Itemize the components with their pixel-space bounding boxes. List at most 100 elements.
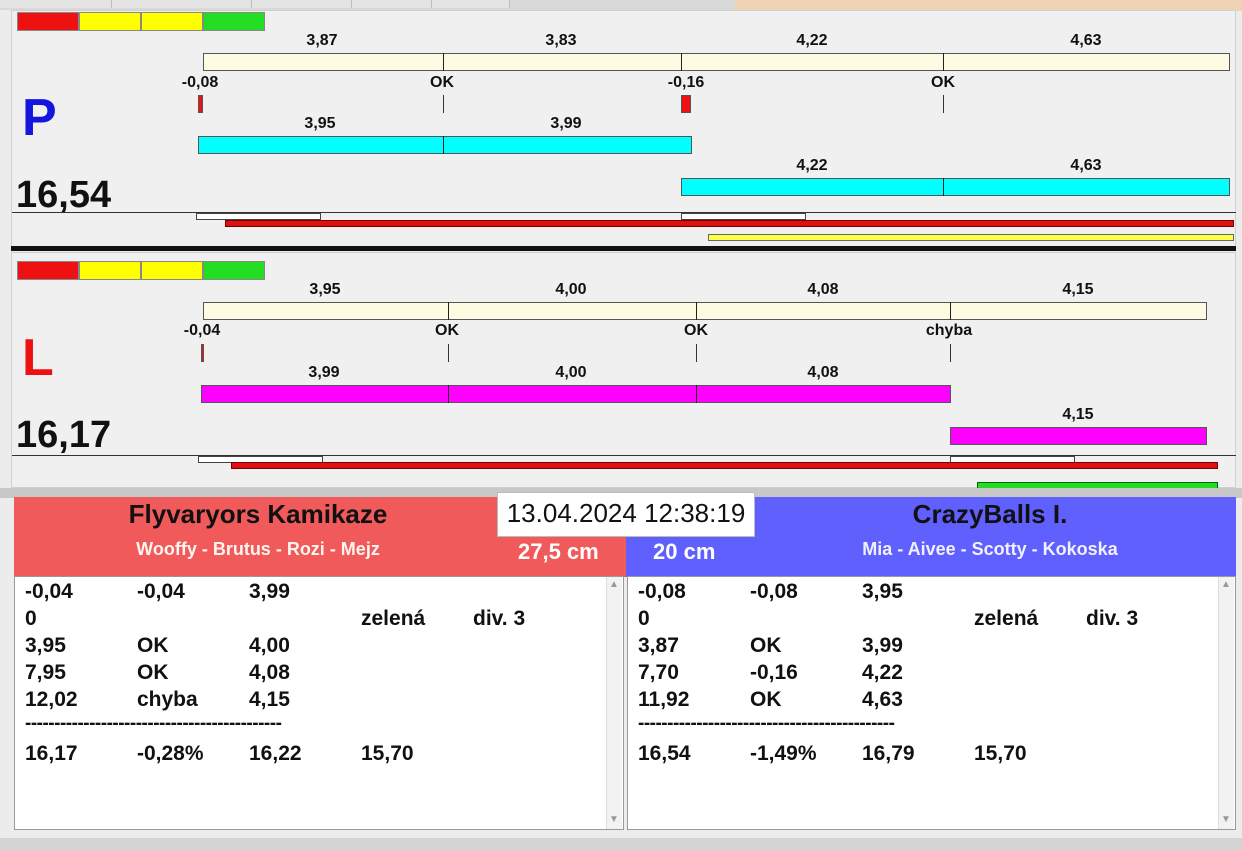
run-label: 4,15 — [1062, 406, 1094, 423]
run-label: 3,99 — [550, 115, 582, 132]
result-cell: 7,95 — [25, 661, 66, 684]
run-label: 3,99 — [308, 364, 340, 381]
summary-cell: 16,22 — [249, 742, 302, 765]
tick — [443, 95, 444, 113]
split-bar — [203, 302, 1207, 320]
split-divider — [696, 302, 697, 320]
result-cell: OK — [137, 661, 169, 684]
result-cell: 7,70 — [638, 661, 679, 684]
run-label: 4,63 — [1070, 157, 1102, 174]
split-divider — [448, 302, 449, 320]
lane-total: 16,54 — [16, 174, 112, 216]
run-bar — [201, 385, 951, 403]
separator: ----------------------------------------… — [638, 713, 895, 734]
summary-cell: 16,79 — [862, 742, 915, 765]
result-cell: 4,15 — [249, 688, 290, 711]
result-cell: -0,04 — [25, 580, 73, 603]
status-label: OK — [931, 74, 955, 91]
result-cell: -0,16 — [750, 661, 798, 684]
status-label: OK — [684, 322, 708, 339]
light-yellow — [141, 12, 203, 31]
result-cell: 0 — [638, 607, 650, 630]
light-green — [203, 12, 265, 31]
result-cell: div. 3 — [1086, 607, 1139, 630]
lane-divider — [11, 246, 1236, 251]
light-red — [17, 261, 79, 280]
light-red — [17, 12, 79, 31]
split-bar — [203, 53, 1230, 71]
split-divider — [681, 53, 682, 71]
top-tab[interactable] — [112, 0, 252, 8]
status-label: OK — [435, 322, 459, 339]
right-team-members: Mia - Aivee - Scotty - Kokoska — [862, 539, 1118, 559]
progress-red — [231, 462, 1218, 469]
scroll-down-icon[interactable]: ▼ — [609, 814, 619, 825]
right-scrollbar[interactable]: ▲ ▼ — [1218, 577, 1234, 829]
lane-letter: L — [22, 329, 54, 387]
datetime: 13.04.2024 12:38:19 — [497, 492, 755, 537]
split-label: 3,87 — [306, 32, 338, 49]
fault-marker — [201, 344, 204, 362]
light-green — [203, 261, 265, 280]
result-cell: -0,08 — [638, 580, 686, 603]
top-tab[interactable] — [352, 0, 432, 8]
bottom-status-bar — [0, 838, 1242, 850]
result-cell: 11,92 — [638, 688, 690, 711]
result-cell: 3,95 — [25, 634, 66, 657]
split-divider — [443, 53, 444, 71]
result-cell: 3,95 — [862, 580, 903, 603]
right-team-name: CrazyBalls I. — [912, 499, 1068, 529]
result-cell: 3,87 — [638, 634, 679, 657]
run-divider — [448, 385, 449, 403]
run-divider — [696, 385, 697, 403]
run-label: 4,08 — [807, 364, 839, 381]
light-yellow — [79, 12, 141, 31]
right-results-panel — [627, 576, 1236, 830]
split-label: 4,08 — [807, 281, 839, 298]
run-bar — [950, 427, 1207, 445]
result-cell: 3,99 — [862, 634, 903, 657]
run-divider — [943, 178, 944, 196]
summary-cell: -1,49% — [750, 742, 817, 765]
fault-marker — [198, 95, 203, 113]
tick — [448, 344, 449, 362]
status-label: chyba — [925, 322, 973, 339]
left-team-name: Flyvaryors Kamikaze — [128, 499, 388, 529]
lane-total: 16,17 — [16, 414, 112, 456]
top-tab[interactable] — [252, 0, 352, 8]
split-label: 4,22 — [796, 32, 828, 49]
split-divider — [950, 302, 951, 320]
result-cell: 0 — [25, 607, 37, 630]
tick — [696, 344, 697, 362]
top-tab[interactable] — [432, 0, 510, 8]
result-cell: 4,08 — [249, 661, 290, 684]
status-label: -0,16 — [667, 74, 705, 91]
result-cell: 3,99 — [249, 580, 290, 603]
run-label: 4,00 — [555, 364, 587, 381]
result-cell: chyba — [137, 688, 198, 711]
light-yellow — [79, 261, 141, 280]
scroll-up-icon[interactable]: ▲ — [609, 579, 619, 590]
summary-cell: 15,70 — [974, 742, 1027, 765]
result-cell: -0,08 — [750, 580, 798, 603]
result-cell: 12,02 — [25, 688, 78, 711]
track-segment — [681, 213, 806, 220]
result-cell: OK — [750, 634, 782, 657]
summary-cell: 16,17 — [25, 742, 78, 765]
run-divider — [443, 136, 444, 154]
left-team-box: 27,5 cm — [518, 539, 599, 564]
result-cell: 4,00 — [249, 634, 290, 657]
left-scrollbar[interactable]: ▲ ▼ — [606, 577, 622, 829]
run-bar — [681, 178, 1230, 196]
separator: ----------------------------------------… — [25, 713, 282, 734]
summary-cell: 16,54 — [638, 742, 691, 765]
scroll-up-icon[interactable]: ▲ — [1221, 579, 1231, 590]
light-yellow — [141, 261, 203, 280]
result-cell: -0,04 — [137, 580, 185, 603]
split-label: 3,95 — [309, 281, 341, 298]
scroll-down-icon[interactable]: ▼ — [1221, 814, 1231, 825]
result-cell: zelená — [974, 607, 1039, 630]
top-tab[interactable] — [0, 0, 112, 8]
summary-cell: -0,28% — [137, 742, 204, 765]
summary-cell: 15,70 — [361, 742, 414, 765]
